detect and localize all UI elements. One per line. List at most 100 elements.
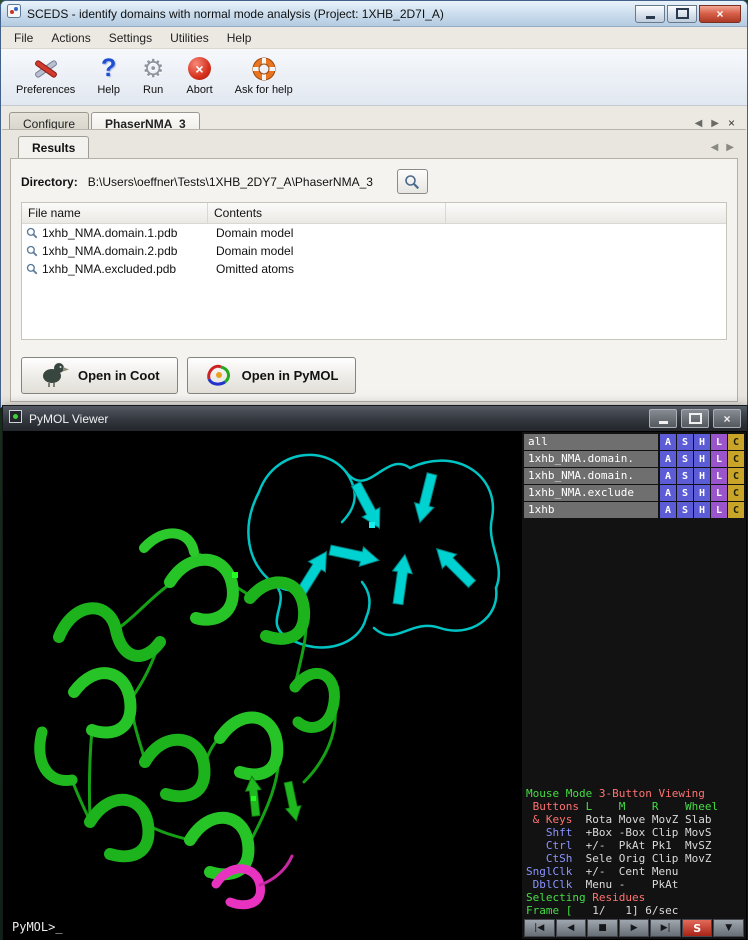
open-in-pymol-button[interactable]: Open in PyMOL	[187, 357, 357, 394]
file-name-cell: 1xhb_NMA.excluded.pdb	[42, 262, 176, 276]
file-name-cell: 1xhb_NMA.domain.1.pdb	[42, 226, 177, 240]
lifebuoy-icon	[251, 53, 277, 84]
movie-control-button[interactable]: ■	[587, 919, 618, 937]
open-in-coot-button[interactable]: Open in Coot	[21, 357, 178, 394]
close-button[interactable]: ×	[699, 5, 741, 23]
object-h-button[interactable]: H	[694, 451, 710, 467]
pymol-object-name[interactable]: 1xhb_NMA.domain.	[524, 468, 658, 484]
object-c-button[interactable]: C	[728, 485, 744, 501]
abort-icon: ×	[188, 53, 211, 84]
object-c-button[interactable]: C	[728, 451, 744, 467]
movie-control-button[interactable]: ◀	[556, 919, 587, 937]
object-c-button[interactable]: C	[728, 468, 744, 484]
object-h-button[interactable]: H	[694, 502, 710, 518]
pymol-object-name[interactable]: 1xhb	[524, 502, 658, 518]
file-name-cell: 1xhb_NMA.domain.2.pdb	[42, 244, 177, 258]
object-a-button[interactable]: A	[660, 468, 676, 484]
contents-cell: Domain model	[208, 226, 293, 240]
menu-help[interactable]: Help	[218, 29, 261, 47]
object-a-button[interactable]: A	[660, 502, 676, 518]
movie-controls: |◀◀■▶▶|S▼	[524, 919, 744, 937]
pymol-close-button[interactable]: ×	[713, 409, 741, 428]
object-s-button[interactable]: S	[677, 468, 693, 484]
pymol-maximize-button[interactable]	[681, 409, 709, 428]
pymol-titlebar[interactable]: PyMOL Viewer ×	[3, 406, 747, 431]
column-file-name[interactable]: File name	[22, 203, 208, 223]
file-table-header: File name Contents	[22, 203, 726, 224]
abort-button[interactable]: × Abort	[179, 52, 219, 97]
movie-control-button[interactable]: ▶	[619, 919, 650, 937]
object-l-button[interactable]: L	[711, 502, 727, 518]
menu-settings[interactable]: Settings	[100, 29, 161, 47]
pymol-object-row: 1xhb_NMA.domain.ASHLC	[524, 468, 744, 484]
table-row[interactable]: 1xhb_NMA.domain.2.pdb Domain model	[22, 242, 726, 260]
pymol-object-row: allASHLC	[524, 434, 744, 450]
column-contents[interactable]: Contents	[208, 203, 446, 223]
question-icon: ?	[101, 53, 116, 84]
sceds-page: Results ◀ ▶ Directory: B:\Users\oeffner\…	[2, 129, 746, 407]
contents-cell: Domain model	[208, 244, 293, 258]
file-magnifier-icon[interactable]	[26, 227, 38, 239]
object-s-button[interactable]: S	[677, 451, 693, 467]
sceds-titlebar[interactable]: SCEDS - identify domains with normal mod…	[1, 1, 747, 27]
maximize-button[interactable]	[667, 5, 697, 23]
results-scroll-left-icon[interactable]: ◀	[711, 142, 719, 153]
table-row[interactable]: 1xhb_NMA.excluded.pdb Omitted atoms	[22, 260, 726, 278]
coot-bird-icon	[39, 361, 69, 390]
tab-scroll-left-icon[interactable]: ◀	[695, 118, 703, 129]
tab-scroll-right-icon[interactable]: ▶	[711, 118, 719, 129]
movie-control-button[interactable]: S	[682, 919, 713, 937]
directory-label: Directory:	[21, 175, 78, 189]
tools-icon	[31, 53, 61, 84]
object-c-button[interactable]: C	[728, 434, 744, 450]
object-a-button[interactable]: A	[660, 434, 676, 450]
object-s-button[interactable]: S	[677, 434, 693, 450]
help-button[interactable]: ? Help	[90, 52, 127, 97]
run-button[interactable]: ⚙ Run	[135, 52, 171, 97]
pymol-object-name[interactable]: all	[524, 434, 658, 450]
pymol-object-name[interactable]: 1xhb_NMA.exclude	[524, 485, 658, 501]
contents-cell: Omitted atoms	[208, 262, 294, 276]
tab-results[interactable]: Results	[18, 136, 89, 159]
object-l-button[interactable]: L	[711, 468, 727, 484]
mouse-mode-panel: Mouse Mode 3-Button Viewing Buttons L M …	[526, 787, 718, 917]
object-s-button[interactable]: S	[677, 502, 693, 518]
sceds-menubar: File Actions Settings Utilities Help	[1, 27, 747, 49]
movie-control-button[interactable]: |◀	[524, 919, 555, 937]
table-row[interactable]: 1xhb_NMA.domain.1.pdb Domain model	[22, 224, 726, 242]
movie-control-button[interactable]: ▼	[713, 919, 744, 937]
preferences-button[interactable]: Preferences	[9, 52, 82, 97]
object-h-button[interactable]: H	[694, 434, 710, 450]
object-s-button[interactable]: S	[677, 485, 693, 501]
object-a-button[interactable]: A	[660, 451, 676, 467]
browse-directory-button[interactable]	[397, 169, 428, 194]
tab-close-icon[interactable]: ×	[728, 116, 735, 130]
pymol-command-prompt[interactable]: PyMOL>_	[12, 920, 63, 934]
results-tab-bar: Results ◀ ▶	[2, 130, 746, 159]
sceds-window: SCEDS - identify domains with normal mod…	[0, 0, 748, 408]
object-a-button[interactable]: A	[660, 485, 676, 501]
object-h-button[interactable]: H	[694, 468, 710, 484]
file-magnifier-icon[interactable]	[26, 245, 38, 257]
menu-file[interactable]: File	[5, 29, 42, 47]
results-scroll-right-icon[interactable]: ▶	[726, 142, 734, 153]
pymol-object-name[interactable]: 1xhb_NMA.domain.	[524, 451, 658, 467]
object-h-button[interactable]: H	[694, 485, 710, 501]
ask-for-help-button[interactable]: Ask for help	[228, 52, 300, 97]
object-l-button[interactable]: L	[711, 434, 727, 450]
object-c-button[interactable]: C	[728, 502, 744, 518]
sceds-window-title: SCEDS - identify domains with normal mod…	[27, 7, 444, 21]
movie-control-button[interactable]: ▶|	[650, 919, 681, 937]
desktop: SCEDS - identify domains with normal mod…	[0, 0, 748, 940]
pymol-window: PyMOL Viewer ×	[2, 405, 748, 940]
file-magnifier-icon[interactable]	[26, 263, 38, 275]
pymol-minimize-button[interactable]	[649, 409, 677, 428]
object-l-button[interactable]: L	[711, 485, 727, 501]
menu-utilities[interactable]: Utilities	[161, 29, 218, 47]
menu-actions[interactable]: Actions	[42, 29, 99, 47]
pymol-viewport[interactable]: PyMOL>_	[4, 432, 522, 939]
column-filler	[446, 203, 726, 223]
object-l-button[interactable]: L	[711, 451, 727, 467]
minimize-button[interactable]	[635, 5, 665, 23]
file-table: File name Contents 1xhb_NMA.domain.1.pdb…	[21, 202, 727, 340]
